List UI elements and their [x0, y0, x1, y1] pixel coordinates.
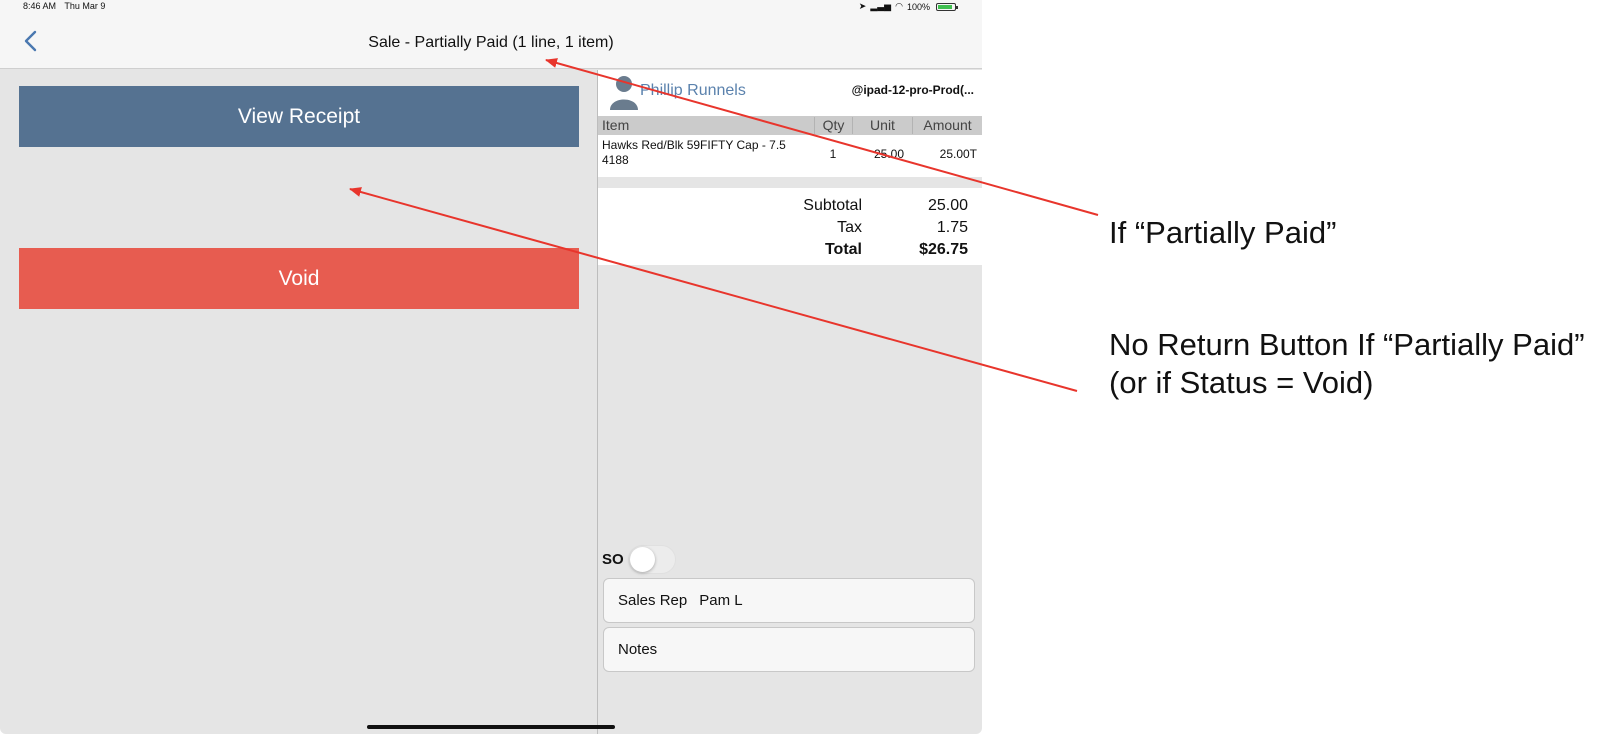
page-title: Sale - Partially Paid (1 line, 1 item): [368, 34, 614, 51]
total-label: Total: [824, 241, 862, 258]
annotation-no-return: No Return Button If “Partially Paid” (or…: [1109, 326, 1585, 402]
subtotal-value: 25.00: [927, 197, 968, 214]
status-time: 8:46 AM: [23, 1, 57, 11]
line-item-unit: 25.00: [873, 147, 904, 161]
status-left: 8:46 AM Thu Mar 9: [23, 1, 111, 11]
annotation-no-return-line1: No Return Button If “Partially Paid”: [1109, 327, 1585, 362]
column-header-amount: Amount: [912, 117, 982, 134]
annotation-no-return-line2: (or if Status = Void): [1109, 365, 1374, 400]
tax-row: Tax 1.75: [598, 219, 982, 239]
total-row: Total $26.75: [598, 241, 982, 261]
battery-percent: 100%: [906, 1, 930, 12]
wifi-icon: ◠: [895, 1, 903, 11]
sales-rep-field[interactable]: Sales Rep Pam L: [603, 578, 975, 623]
sales-rep-label: Sales Rep: [618, 592, 688, 609]
customer-bar: Phillip Runnels @ipad-12-pro-Prod(...: [598, 70, 982, 116]
nav-bar: Sale - Partially Paid (1 line, 1 item): [0, 14, 982, 69]
notes-field[interactable]: Notes: [603, 627, 975, 672]
so-toggle-row: SO: [602, 544, 676, 574]
device-name: @ipad-12-pro-Prod(...: [851, 83, 974, 97]
column-header-item: Item: [602, 117, 630, 133]
line-item-qty: 1: [829, 147, 837, 161]
sales-rep-value: Pam L: [699, 592, 743, 609]
total-value: $26.75: [919, 241, 968, 258]
status-date: Thu Mar 9: [64, 1, 106, 11]
ipad-screen: 8:46 AM Thu Mar 9 ➤ ▂▃▅ ◠ 100% Sale - Pa…: [0, 0, 982, 734]
line-item-amount: 25.00T: [939, 147, 977, 161]
customer-name-link[interactable]: Phillip Runnels: [640, 82, 746, 100]
subtotal-label: Subtotal: [803, 197, 862, 214]
totals-box: Subtotal 25.00 Tax 1.75 Total $26.75: [598, 188, 982, 265]
subtotal-row: Subtotal 25.00: [598, 197, 982, 217]
actions-panel: View Receipt Void: [0, 70, 597, 734]
tax-value: 1.75: [936, 219, 968, 236]
status-bar: 8:46 AM Thu Mar 9 ➤ ▂▃▅ ◠ 100%: [0, 0, 982, 14]
battery-icon: [936, 2, 958, 11]
line-item-name: Hawks Red/Blk 59FIFTY Cap - 7.5 4188: [602, 138, 786, 167]
annotation-partially-paid: If “Partially Paid”: [1109, 215, 1337, 250]
so-label: SO: [602, 550, 624, 568]
signal-icon: ▂▃▅: [870, 1, 892, 11]
notes-label: Notes: [618, 641, 658, 658]
toggle-knob: [629, 546, 655, 572]
so-toggle[interactable]: [627, 544, 676, 574]
void-button[interactable]: Void: [19, 248, 579, 309]
home-indicator: [367, 725, 615, 729]
tax-label: Tax: [837, 219, 862, 236]
column-header-qty: Qty: [814, 117, 852, 134]
column-header-unit: Unit: [852, 117, 912, 134]
status-right: ➤ ▂▃▅ ◠ 100%: [858, 1, 958, 12]
avatar-icon: [610, 76, 638, 110]
location-icon: ➤: [858, 1, 867, 11]
view-receipt-button[interactable]: View Receipt: [19, 86, 579, 147]
line-items-header: Item Qty Unit Amount: [598, 116, 982, 135]
sale-detail-panel: Phillip Runnels @ipad-12-pro-Prod(... It…: [598, 70, 982, 734]
table-row[interactable]: Hawks Red/Blk 59FIFTY Cap - 7.5 4188 1 2…: [598, 135, 982, 177]
